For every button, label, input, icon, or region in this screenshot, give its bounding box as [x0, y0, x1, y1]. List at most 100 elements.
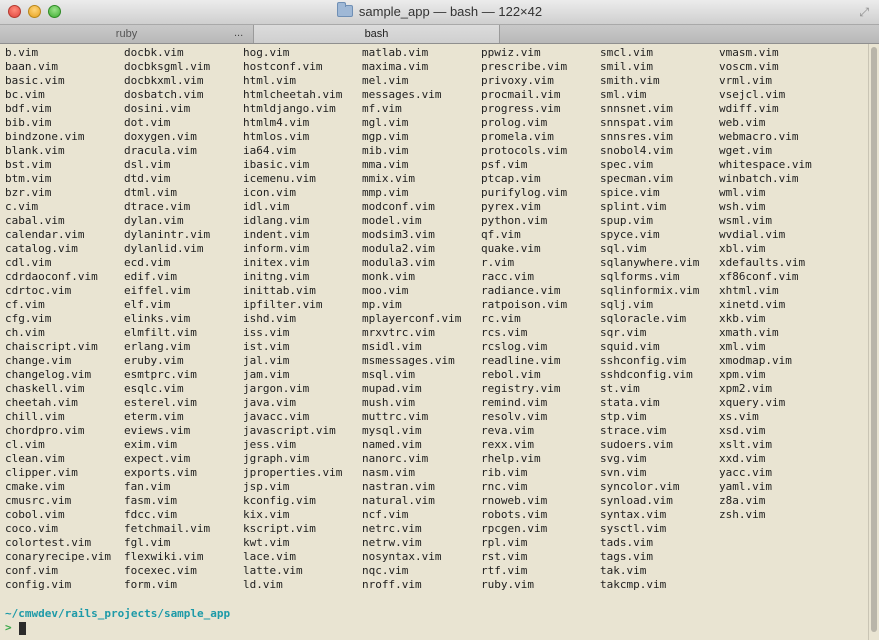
text-cursor	[19, 622, 26, 635]
file-name: rpcgen.vim	[481, 522, 548, 535]
tab-bash[interactable]: bash	[254, 25, 500, 43]
file-name: docbk.vim	[124, 46, 184, 59]
window-title: sample_app — bash — 122×42	[358, 4, 543, 19]
file-name: javacc.vim	[243, 410, 310, 423]
file-name: xml.vim	[719, 340, 766, 353]
file-name: dylanintr.vim	[124, 228, 211, 241]
file-name: btm.vim	[5, 172, 52, 185]
file-name: sml.vim	[600, 88, 647, 101]
file-name: idlang.vim	[243, 214, 310, 227]
file-name: remind.vim	[481, 396, 548, 409]
listing-row: ch.vim elmfilt.vim iss.vim mrxvtrc.vim rcs.v…	[0, 326, 868, 340]
file-name: changelog.vim	[5, 368, 92, 381]
file-name: esmtprc.vim	[124, 368, 197, 381]
file-name: moo.vim	[362, 284, 409, 297]
file-name: rc.vim	[481, 312, 521, 325]
file-name: reva.vim	[481, 424, 534, 437]
file-name: winbatch.vim	[719, 172, 799, 185]
file-name: inittab.vim	[243, 284, 316, 297]
file-name: mmp.vim	[362, 186, 409, 199]
listing-row: cheetah.vim esterel.vim java.vim mush.vim re…	[0, 396, 868, 410]
listing-row: chaiscript.vim erlang.vim ist.vim msidl.vim…	[0, 340, 868, 354]
listing-row: bdf.vim dosini.vim htmldjango.vim mf.vim pro…	[0, 102, 868, 116]
file-name: xpm.vim	[719, 368, 766, 381]
file-name: muttrc.vim	[362, 410, 429, 423]
file-name: dylan.vim	[124, 214, 184, 227]
listing-row: btm.vim dtd.vim icemenu.vim mmix.vim ptcap.v…	[0, 172, 868, 186]
file-name: mgp.vim	[362, 130, 409, 143]
folder-icon	[336, 2, 353, 17]
file-name: fgl.vim	[124, 536, 171, 549]
listing-row: chordpro.vim eviews.vim javascript.vim mysq…	[0, 424, 868, 438]
file-name: initng.vim	[243, 270, 310, 283]
file-name: prescribe.vim	[481, 60, 568, 73]
file-name: xpm2.vim	[719, 382, 772, 395]
file-name: modula3.vim	[362, 256, 435, 269]
file-name: cheetah.vim	[5, 396, 78, 409]
file-name: docbkxml.vim	[124, 74, 204, 87]
prompt-path: ~/cmwdev/rails_projects/sample_app	[5, 607, 231, 620]
file-name: ia64.vim	[243, 144, 296, 157]
file-name: r.vim	[481, 256, 515, 269]
file-name: eviews.vim	[124, 424, 191, 437]
file-name: xmodmap.vim	[719, 354, 792, 367]
file-name: chill.vim	[5, 410, 65, 423]
file-name: wvdial.vim	[719, 228, 786, 241]
listing-row: cdrtoc.vim eiffel.vim inittab.vim moo.vim ra…	[0, 284, 868, 298]
listing-row: bzr.vim dtml.vim icon.vim mmp.vim purifylog.…	[0, 186, 868, 200]
file-name: web.vim	[719, 116, 766, 129]
file-name: promela.vim	[481, 130, 554, 143]
file-name: javascript.vim	[243, 424, 336, 437]
fullscreen-icon[interactable]: ⤢	[859, 5, 869, 19]
file-name: elinks.vim	[124, 312, 191, 325]
file-name: snnspat.vim	[600, 116, 673, 129]
listing-row: conaryrecipe.vim flexwiki.vim lace.vim nosy…	[0, 550, 868, 564]
file-name: nqc.vim	[362, 564, 409, 577]
listing-row: bc.vim dosbatch.vim htmlcheetah.vim message…	[0, 88, 868, 102]
listing-row: change.vim eruby.vim jal.vim msmessages.vim…	[0, 354, 868, 368]
file-name: nastran.vim	[362, 480, 435, 493]
file-name: jess.vim	[243, 438, 296, 451]
title-bar[interactable]: sample_app — bash — 122×42 ⤢	[0, 0, 879, 25]
file-name: sql.vim	[600, 242, 647, 255]
file-name: bib.vim	[5, 116, 52, 129]
file-name: chordpro.vim	[5, 424, 85, 437]
vertical-scrollbar[interactable]	[868, 44, 879, 640]
file-name: privoxy.vim	[481, 74, 554, 87]
tab-overflow-indicator[interactable]: ...	[234, 25, 243, 43]
file-name: cobol.vim	[5, 508, 65, 521]
file-name: xdefaults.vim	[719, 256, 806, 269]
file-name: dylanlid.vim	[124, 242, 204, 255]
file-name: mgl.vim	[362, 116, 409, 129]
file-name: xsd.vim	[719, 424, 766, 437]
file-name: snobol4.vim	[600, 144, 673, 157]
tab-ruby[interactable]: ruby	[0, 25, 254, 43]
file-name: psf.vim	[481, 158, 528, 171]
file-name: model.vim	[362, 214, 422, 227]
file-name: clean.vim	[5, 452, 65, 465]
file-name: fetchmail.vim	[124, 522, 211, 535]
terminal-output[interactable]: b.vim docbk.vim hog.vim matlab.vim ppwiz.vim…	[0, 44, 868, 640]
file-name: indent.vim	[243, 228, 310, 241]
file-name: dot.vim	[124, 116, 171, 129]
file-name: rcs.vim	[481, 326, 528, 339]
file-name: protocols.vim	[481, 144, 568, 157]
file-name: sqr.vim	[600, 326, 647, 339]
file-name: jam.vim	[243, 368, 290, 381]
file-name: wget.vim	[719, 144, 772, 157]
file-name: dtml.vim	[124, 186, 177, 199]
file-name: whitespace.vim	[719, 158, 812, 171]
scrollbar-thumb[interactable]	[871, 47, 877, 632]
file-name: cdrtoc.vim	[5, 284, 72, 297]
file-name: coco.vim	[5, 522, 58, 535]
file-name: wdiff.vim	[719, 102, 779, 115]
listing-row: bst.vim dsl.vim ibasic.vim mma.vim psf.vim sp…	[0, 158, 868, 172]
file-name: chaskell.vim	[5, 382, 85, 395]
file-name: expect.vim	[124, 452, 191, 465]
file-name: clipper.vim	[5, 466, 78, 479]
file-name: rcslog.vim	[481, 340, 548, 353]
file-name: sqlforms.vim	[600, 270, 680, 283]
file-name: rhelp.vim	[481, 452, 541, 465]
file-name: nroff.vim	[362, 578, 422, 591]
file-name: docbksgml.vim	[124, 60, 211, 73]
